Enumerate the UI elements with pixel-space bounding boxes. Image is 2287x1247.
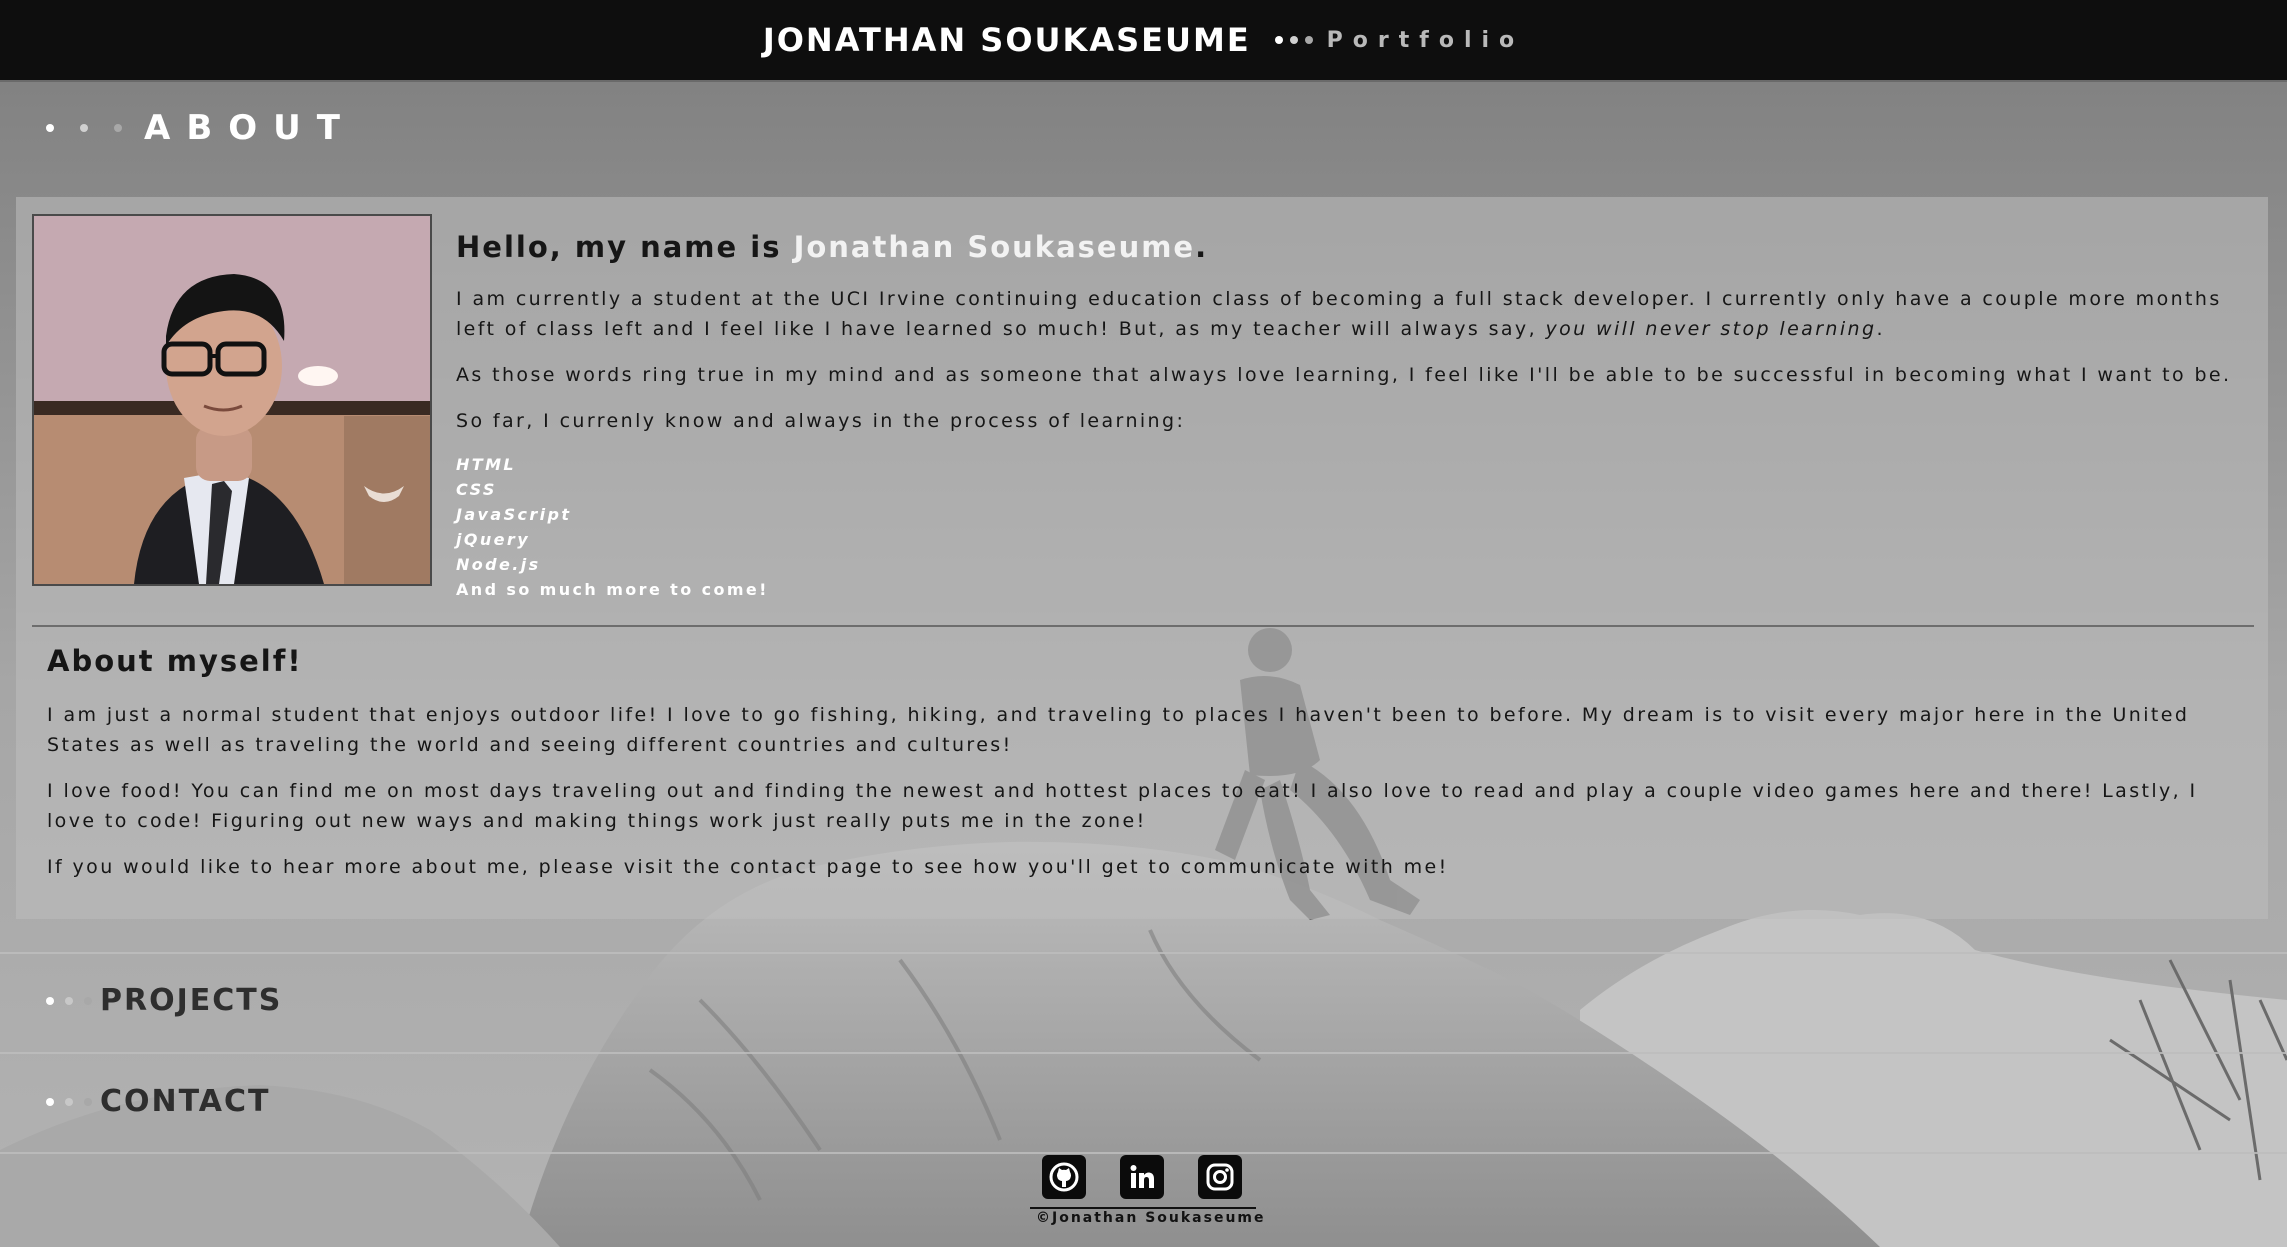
skill-item: jQuery [456, 530, 531, 549]
dot-icon [84, 1097, 92, 1106]
para1-text: I am currently a student at the UCI Irvi… [456, 288, 2222, 340]
intro-text: Hello, my name is Jonathan Soukaseume. I… [456, 230, 2246, 602]
contact-section-header[interactable]: CONTACT [46, 1084, 270, 1119]
section-divider [0, 952, 2287, 954]
about-myself: About myself! I am just a normal student… [47, 644, 2247, 898]
skill-item: CSS [456, 480, 497, 499]
section-divider [0, 1152, 2287, 1154]
intro-paragraph-3: So far, I currenly know and always in th… [456, 410, 1186, 432]
dot-icon [1289, 36, 1298, 44]
dot-icon [80, 124, 88, 132]
header-dots [1274, 36, 1313, 44]
site-title[interactable]: JONATHAN SOUKASEUME [763, 21, 1251, 59]
skills-list: HTML CSS JavaScript jQuery Node.js And s… [456, 452, 2246, 602]
dot-icon [65, 996, 73, 1005]
para1-emphasis: you will never stop learning [1545, 318, 1877, 340]
greeting-prefix: Hello, my name is [456, 230, 794, 264]
dot-icon [84, 996, 92, 1005]
section-dots [46, 996, 92, 1005]
dot-icon [65, 1097, 73, 1106]
dot-icon [1304, 36, 1313, 44]
section-divider [0, 1052, 2287, 1054]
github-icon[interactable] [1042, 1155, 1086, 1199]
skills-more: And so much more to come! [456, 580, 769, 599]
skill-item: JavaScript [456, 505, 572, 524]
contact-title: CONTACT [100, 1084, 271, 1119]
para1-end: . [1876, 318, 1885, 340]
about-divider [32, 625, 2254, 627]
social-links [1042, 1155, 1242, 1199]
myself-paragraph-2: I love food! You can find me on most day… [47, 780, 2198, 832]
site-subtitle: Portfolio [1326, 27, 1525, 53]
projects-section-header[interactable]: PROJECTS [46, 983, 282, 1018]
about-section-header[interactable]: ABOUT [46, 108, 356, 148]
top-navbar: JONATHAN SOUKASEUME Portfolio [0, 0, 2287, 82]
intro-paragraph-1: I am currently a student at the UCI Irvi… [456, 284, 2246, 344]
about-myself-heading: About myself! [47, 644, 303, 678]
footer-divider [1030, 1207, 1256, 1209]
section-dots [46, 124, 122, 132]
greeting-heading: Hello, my name is Jonathan Soukaseume. [456, 230, 2246, 264]
skill-item: HTML [456, 455, 517, 474]
dot-icon [46, 996, 54, 1005]
instagram-icon[interactable] [1198, 1155, 1242, 1199]
dot-icon [46, 1097, 54, 1106]
myself-paragraph-3: If you would like to hear more about me,… [47, 856, 1449, 878]
dot-icon [1274, 36, 1283, 44]
projects-title: PROJECTS [100, 983, 283, 1018]
linkedin-icon[interactable] [1120, 1155, 1164, 1199]
intro-paragraph-2: As those words ring true in my mind and … [456, 364, 2232, 386]
myself-paragraph-1: I am just a normal student that enjoys o… [47, 704, 2190, 756]
dot-icon [114, 124, 122, 132]
section-dots [46, 1097, 92, 1106]
copyright-text: ©Jonathan Soukaseume [1036, 1210, 1266, 1226]
greeting-suffix: . [1195, 230, 1209, 264]
dot-icon [46, 124, 54, 132]
profile-photo [32, 214, 432, 586]
about-title: ABOUT [144, 108, 356, 148]
greeting-name: Jonathan Soukaseume [793, 230, 1196, 264]
skill-item: Node.js [456, 555, 541, 574]
